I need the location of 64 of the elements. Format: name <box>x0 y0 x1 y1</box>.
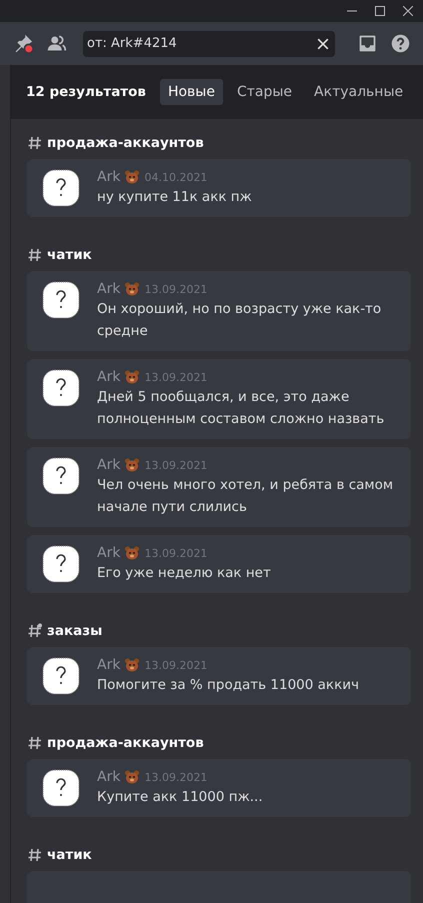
message-text: Чел очень много хотел, и ребята в самом начале пути слились <box>97 476 394 518</box>
message-date: 13.09.2021 <box>144 458 208 472</box>
bear-icon <box>124 769 140 786</box>
message-date: 04.10.2021 <box>144 170 208 184</box>
message-card[interactable]: Ark 13.09.2021 Дней 5 пообщался, и все, это даже полноценным составом сложно назвать <box>27 359 411 440</box>
hash-icon <box>27 735 43 752</box>
author-name[interactable]: Ark <box>97 281 120 298</box>
avatar-icon <box>41 368 81 408</box>
hash-icon <box>27 847 43 864</box>
sort-tab[interactable]: Актуальные <box>306 79 412 106</box>
maximize-icon[interactable] <box>375 6 385 16</box>
channel-name[interactable]: заказы <box>47 623 102 640</box>
clear-icon[interactable] <box>317 38 329 50</box>
avatar-icon <box>41 656 81 696</box>
message-text: Дней 5 пообщался, и все, это даже полноценным составом сложно назвать <box>97 388 386 430</box>
message-card[interactable]: Ark 13.09.2021 Он хороший, но по возрасту уже как-то средне <box>27 271 411 352</box>
results-count: 12 результатов <box>26 84 146 100</box>
author-name[interactable]: Ark <box>97 657 120 674</box>
inbox-icon[interactable] <box>357 33 378 54</box>
bear-icon <box>124 369 140 386</box>
message-card[interactable]: Ark 04.10.2021 ну купите 11к акк пж <box>27 159 411 218</box>
avatar-icon <box>41 768 81 808</box>
search-field[interactable]: от: Ark#4214 <box>83 30 335 56</box>
channel-name[interactable]: продажа-аккаунтов <box>47 735 204 752</box>
channel-name[interactable]: чатик <box>47 247 92 264</box>
message-text: Купите акк 11000 пж... <box>97 788 264 808</box>
avatar-icon <box>41 544 81 584</box>
bear-icon <box>124 169 140 186</box>
sort-tab[interactable]: Старые <box>228 79 300 106</box>
bear-icon <box>124 457 140 474</box>
close-icon[interactable] <box>403 6 413 16</box>
search-query: от: Ark#4214 <box>87 36 178 51</box>
message-date: 13.09.2021 <box>144 370 208 384</box>
bear-icon <box>124 657 140 674</box>
message-date: 13.09.2021 <box>144 770 208 784</box>
help-icon[interactable] <box>390 33 411 54</box>
avatar-icon <box>41 168 81 208</box>
message-text: Его уже неделю как нет <box>97 564 272 584</box>
pin-icon[interactable] <box>13 33 34 54</box>
bear-icon <box>124 545 140 562</box>
author-name[interactable]: Ark <box>97 769 120 786</box>
message-text: Он хороший, но по возрасту уже как-то средне <box>97 300 382 342</box>
hash-icon <box>27 135 43 152</box>
avatar-icon <box>41 456 81 496</box>
author-name[interactable]: Ark <box>97 457 120 474</box>
bear-icon <box>124 281 140 298</box>
message-text: Помогите за % продать 11000 аккич <box>97 676 360 696</box>
message-card[interactable]: Ark 13.09.2021 Его уже неделю как нет <box>27 535 411 594</box>
message-card[interactable]: Ark 13.09.2021 Помогите за % продать 11000 аккич <box>27 647 411 706</box>
message-date: 13.09.2021 <box>144 282 208 296</box>
author-name[interactable]: Ark <box>97 169 120 186</box>
message-card[interactable]: Ark 13.09.2021 Купите акк 11000 пж... <box>27 759 411 818</box>
message-date: 13.09.2021 <box>144 658 208 672</box>
message-card[interactable]: Ark 13.09.2021 Чел очень много хотел, и ребята в самом начале пути слились <box>27 447 411 528</box>
message-text: ну купите 11к акк пж <box>97 188 253 208</box>
hash-icon <box>27 247 43 264</box>
channel-name[interactable]: чатик <box>47 847 92 864</box>
hash-dot-icon <box>27 623 43 640</box>
author-name[interactable]: Ark <box>97 545 120 562</box>
channel-name[interactable]: продажа-аккаунтов <box>47 135 204 152</box>
avatar-icon <box>41 280 81 320</box>
author-name[interactable]: Ark <box>97 369 120 386</box>
sort-tab[interactable]: Новые <box>160 79 223 106</box>
message-date: 13.09.2021 <box>144 546 208 560</box>
